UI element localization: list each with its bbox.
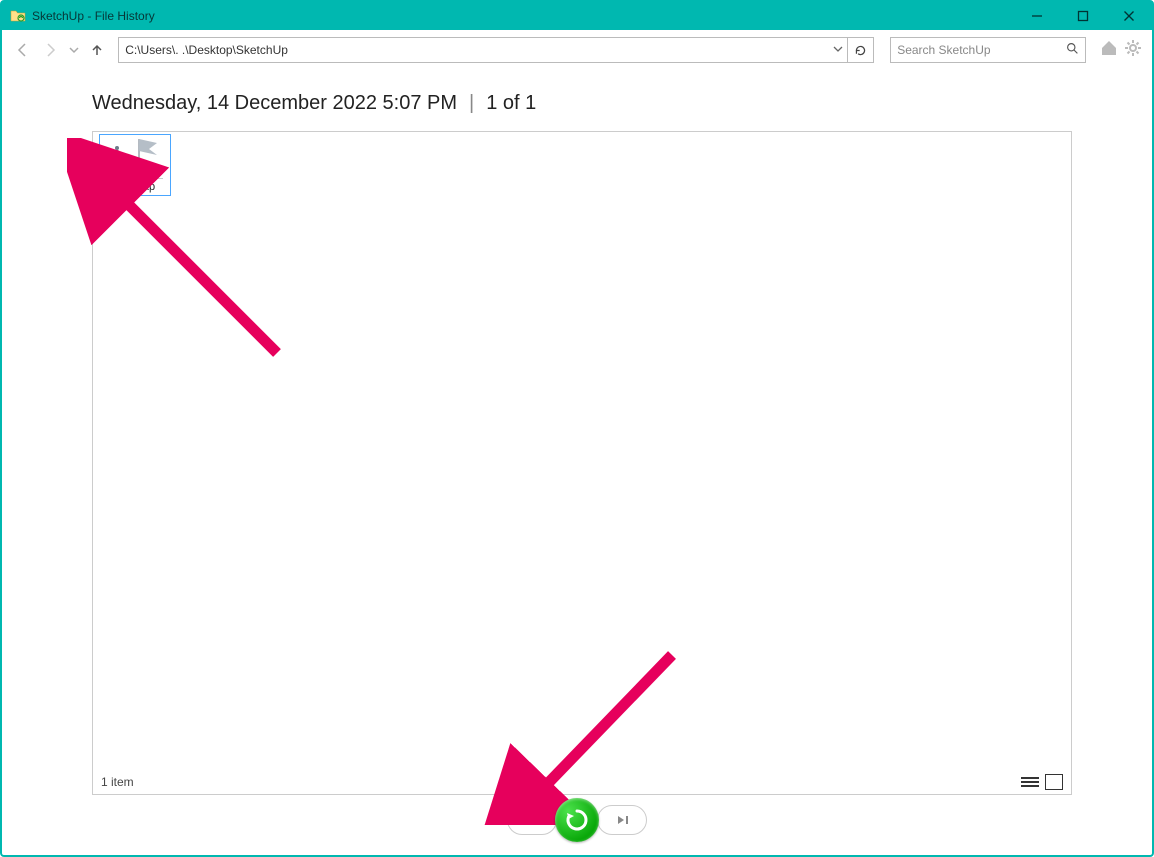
- version-timestamp: Wednesday, 14 December 2022 5:07 PM: [92, 92, 457, 115]
- recent-dropdown[interactable]: [67, 39, 81, 61]
- search-icon: [1066, 42, 1079, 58]
- version-position: 1 of 1: [486, 92, 536, 115]
- nav-toolbar: C:\Users\. .\Desktop\SketchUp Search Ske…: [2, 30, 1152, 70]
- file-name: Test.skp: [115, 181, 155, 193]
- next-version-button[interactable]: [597, 805, 647, 835]
- window-title: SketchUp - File History: [32, 9, 155, 23]
- view-large-icons-button[interactable]: [1045, 774, 1063, 790]
- home-icon[interactable]: [1100, 39, 1118, 62]
- search-placeholder: Search SketchUp: [897, 43, 990, 57]
- window-controls: [1014, 2, 1152, 30]
- minimize-button[interactable]: [1014, 2, 1060, 30]
- status-bar: 1 item: [101, 774, 1063, 790]
- title-bar: SketchUp - File History: [2, 2, 1152, 30]
- refresh-button[interactable]: [848, 37, 874, 63]
- history-nav-controls: [2, 795, 1152, 855]
- item-count: 1 item: [101, 775, 134, 789]
- search-input[interactable]: Search SketchUp: [890, 37, 1086, 63]
- previous-version-button[interactable]: [507, 805, 557, 835]
- file-thumbnail: [107, 139, 163, 179]
- address-dropdown-icon[interactable]: [833, 44, 843, 57]
- close-button[interactable]: [1106, 2, 1152, 30]
- address-path-text: C:\Users\. .\Desktop\SketchUp: [125, 43, 288, 57]
- restore-button[interactable]: [555, 798, 599, 842]
- address-bar[interactable]: C:\Users\. .\Desktop\SketchUp: [118, 37, 848, 63]
- version-header: Wednesday, 14 December 2022 5:07 PM | 1 …: [92, 92, 1072, 115]
- view-details-button[interactable]: [1021, 774, 1039, 790]
- gear-icon[interactable]: [1124, 39, 1142, 62]
- file-list-pane[interactable]: Test.skp 1 item: [92, 131, 1072, 795]
- maximize-button[interactable]: [1060, 2, 1106, 30]
- forward-button[interactable]: [40, 39, 62, 61]
- app-icon: [10, 8, 26, 24]
- toolbar-right: [1100, 39, 1142, 62]
- header-separator: |: [469, 92, 474, 115]
- back-button[interactable]: [12, 39, 34, 61]
- file-item[interactable]: Test.skp: [99, 134, 171, 196]
- up-button[interactable]: [87, 39, 109, 61]
